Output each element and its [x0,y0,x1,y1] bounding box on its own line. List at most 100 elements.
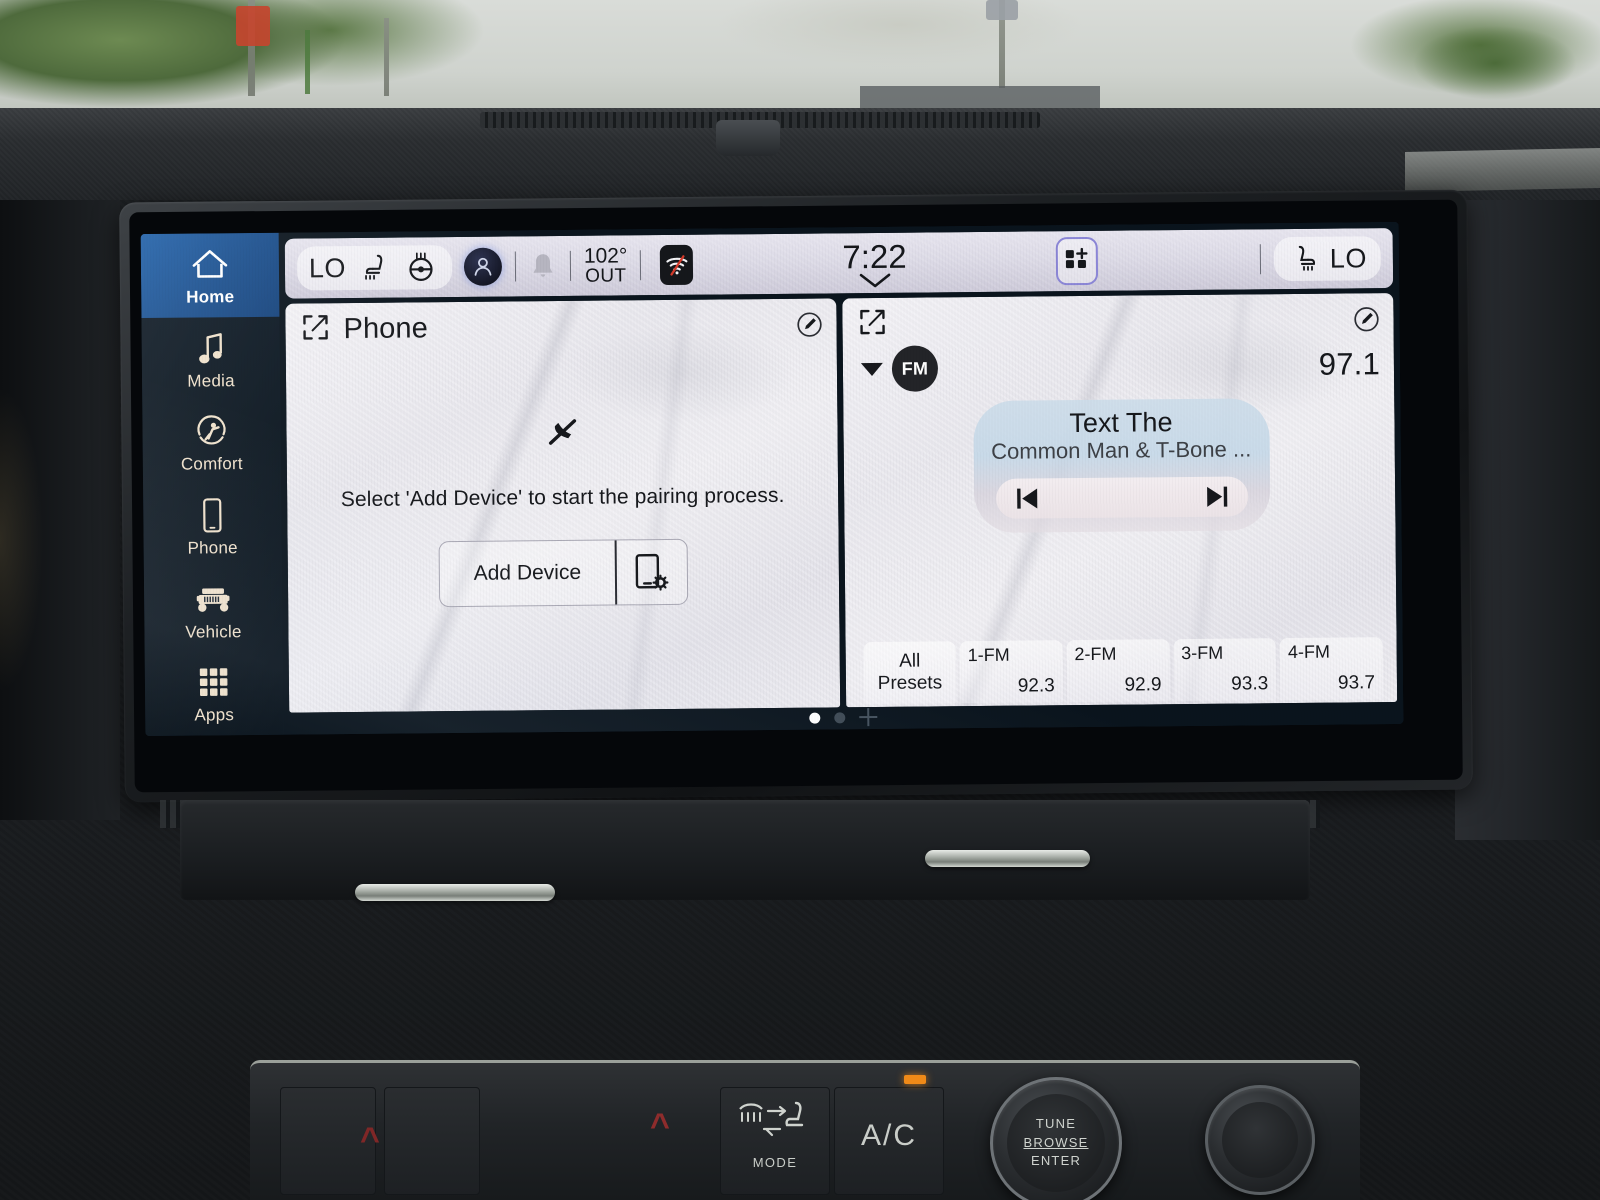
status-bar: LO 102° OUT 7:22 LO [284,228,1394,299]
pole [305,30,310,94]
heated-seat-icon[interactable] [1288,244,1316,274]
frequency-display: 97.1 [1318,346,1381,382]
home-icon [190,245,230,283]
all-presets-label-line2: Presets [877,672,943,694]
tune-browse-knob[interactable]: TUNE BROWSE ENTER [990,1077,1122,1200]
phone-card-header: Phone [285,298,836,355]
user-profile-icon[interactable] [463,247,503,286]
heated-steering-wheel-icon[interactable] [406,252,436,282]
chevron-down-icon[interactable] [860,362,884,376]
knob-label-browse: BROWSE [1023,1134,1089,1150]
skip-next-icon[interactable] [1202,482,1232,512]
status-divider [640,250,642,281]
page-dot[interactable] [834,711,846,723]
knob-face: TUNE BROWSE ENTER [1007,1094,1105,1192]
sidebar-nav[interactable]: Home Media Comfort Phone Vehicle Apps [140,232,284,737]
main-content: LO 102° OUT 7:22 LO Phone Select 'Add De… [278,221,1404,735]
fan-up-chevron-icon[interactable]: ^ [360,1121,380,1160]
status-divider [514,251,517,282]
preset-frequency: 92.9 [1124,674,1162,696]
add-widget-button[interactable] [1055,236,1099,286]
temp-up-chevron-icon[interactable]: ^ [650,1107,670,1146]
status-divider [1259,244,1261,275]
hvac-control-panel[interactable]: ^ ^ MODE A/C TUNE BROWSE ENTER [250,1060,1360,1200]
vent-chrome-bar [355,884,555,901]
radio-widget-card[interactable]: FM 97.1 Text The Common Man & T-Bone ... [842,293,1398,708]
radio-card-body: FM 97.1 Text The Common Man & T-Bone ... [843,345,1397,707]
page-dot-active[interactable] [809,712,821,724]
vent-chrome-bar [925,850,1090,867]
now-playing-panel[interactable]: Text The Common Man & T-Bone ... [972,398,1271,534]
comfort-seat-icon [191,412,231,450]
defrost-mode-icon [734,1099,812,1152]
all-presets-button[interactable]: All Presets [863,641,957,705]
band-badge[interactable]: FM [891,345,939,392]
phone-card-body: Select 'Add Device' to start the pairing… [286,350,840,712]
infotainment-screen[interactable]: Home Media Comfort Phone Vehicle Apps LO… [140,221,1404,737]
edit-pencil-icon[interactable] [796,312,822,338]
add-page-icon[interactable] [859,708,877,726]
tree-foliage [1400,20,1590,106]
outside-temp-label: OUT [585,265,627,287]
all-presets-label-line1: All [899,650,921,672]
preset-bar: All Presets 1-FM 92.3 2-FM 92.9 3-FM 93.… [863,637,1384,707]
outside-temperature: 102° OUT [584,244,628,287]
clock-widget[interactable]: 7:22 [842,237,907,295]
dashboard-right-side [1455,200,1600,840]
heated-seat-icon[interactable] [362,253,390,283]
sidebar-item-label: Apps [194,705,235,725]
sidebar-item-phone[interactable]: Phone [143,484,282,569]
transport-controls [995,476,1248,519]
knob-face [1222,1102,1298,1178]
preset-frequency: 93.3 [1231,673,1269,695]
skip-previous-icon[interactable] [1012,483,1042,513]
add-device-button[interactable]: Add Device [438,538,689,608]
page-title: Phone [343,311,429,345]
sidebar-item-label: Phone [187,537,238,558]
phone-widget-card[interactable]: Phone Select 'Add Device' to start the p… [285,298,841,713]
preset-frequency: 92.3 [1017,675,1055,697]
jeep-vehicle-icon [193,580,233,618]
phone-device-icon [192,496,232,534]
hvac-button[interactable] [384,1087,480,1195]
phone-settings-icon[interactable] [617,551,687,594]
clock-time: 7:22 [842,237,907,276]
add-device-label: Add Device [473,560,582,585]
sidebar-item-label: Vehicle [185,621,242,642]
track-title: Text The [1069,407,1173,439]
preset-name: 1-FM [967,644,1010,666]
ac-label: A/C [860,1119,917,1152]
volume-knob[interactable] [1205,1085,1315,1195]
sidebar-item-media[interactable]: Media [141,316,280,401]
driver-climate-pill[interactable]: LO [296,245,453,291]
passenger-climate-pill[interactable]: LO [1273,236,1382,282]
wifi-off-icon[interactable] [660,244,694,286]
sidebar-item-label: Home [186,286,235,307]
edit-pencil-icon[interactable] [1353,306,1379,332]
preset-button[interactable]: 4-FM 93.7 [1279,637,1384,701]
preset-frequency: 93.7 [1337,672,1376,694]
sidebar-item-apps[interactable]: Apps [145,651,284,736]
preset-button[interactable]: 2-FM 92.9 [1066,639,1170,703]
widget-area: Phone Select 'Add Device' to start the p… [285,293,1398,735]
sidebar-item-vehicle[interactable]: Vehicle [144,567,283,652]
steering-wheel-shadow [0,330,70,750]
center-vent-housing [180,800,1310,900]
preset-button[interactable]: 1-FM 92.3 [959,640,1063,704]
chevron-down-icon[interactable] [857,272,893,294]
sidebar-item-label: Media [187,370,235,391]
sidebar-item-comfort[interactable]: Comfort [142,400,281,485]
sidebar-item-home[interactable]: Home [140,232,280,318]
expand-icon[interactable] [858,307,886,340]
notification-bell-icon[interactable] [529,251,557,281]
phone-disconnected-icon [542,413,582,458]
radio-band-row: FM 97.1 [860,341,1381,392]
roadside-sign [236,6,270,46]
expand-icon[interactable] [301,313,329,346]
passenger-temp-value: LO [1329,242,1368,274]
passenger-climate-area: LO [1247,236,1382,282]
add-widget-icon [1064,246,1090,275]
knob-label-enter: ENTER [1030,1153,1082,1169]
sensor-housing [716,120,780,156]
preset-button[interactable]: 3-FM 93.3 [1173,638,1277,702]
